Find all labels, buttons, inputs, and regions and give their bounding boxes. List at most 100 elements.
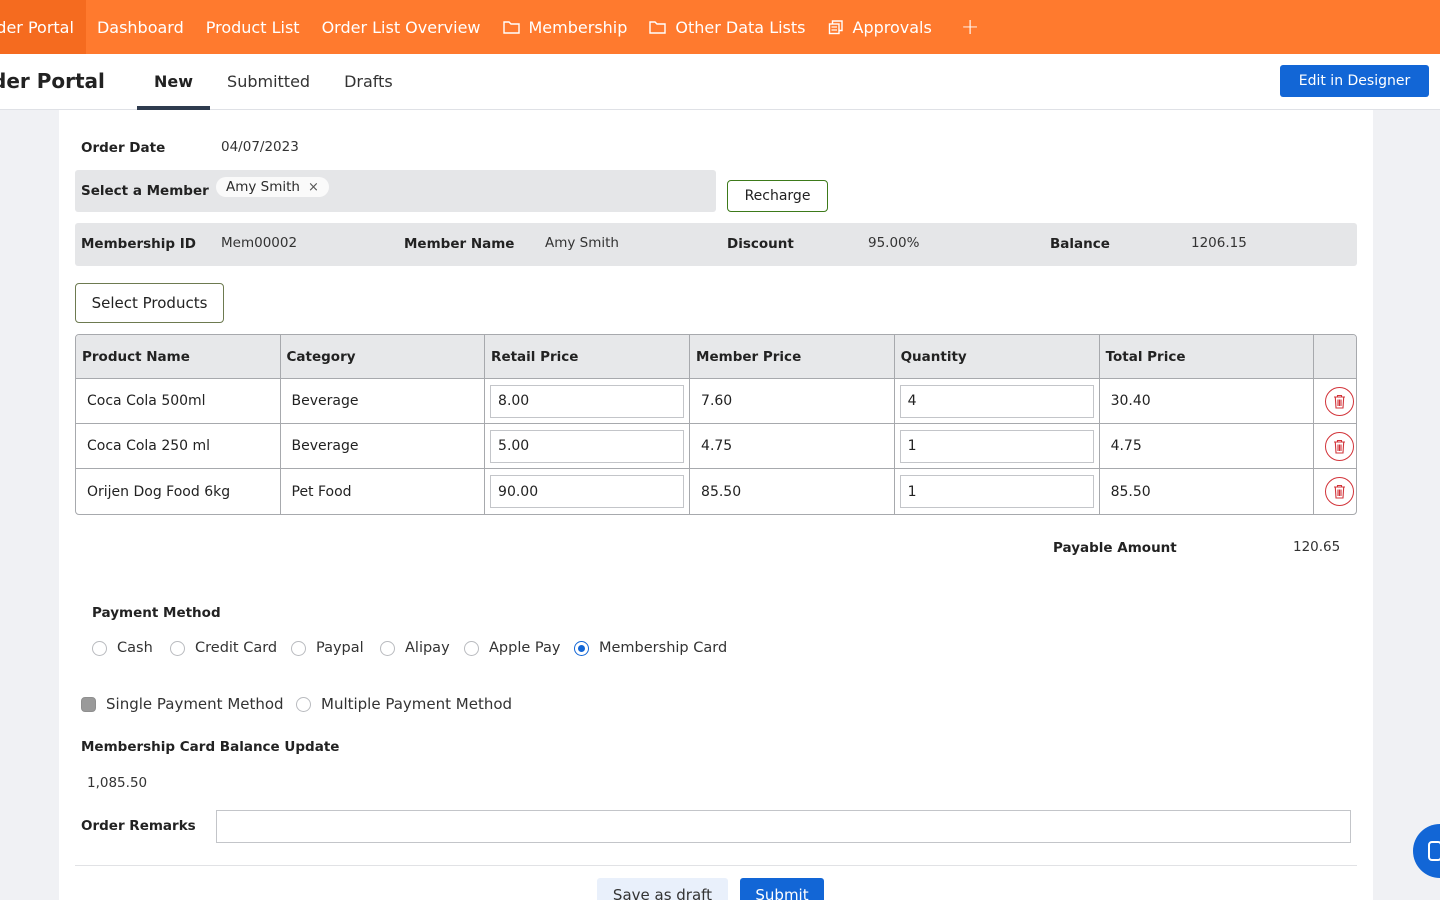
table-row: Coca Cola 500ml Beverage 8.00 7.60 4 30.… xyxy=(76,379,1356,424)
payment-option-cash[interactable]: Cash xyxy=(92,640,153,656)
radio-icon xyxy=(170,640,185,656)
table-row: Coca Cola 250 ml Beverage 5.00 4.75 1 4.… xyxy=(76,424,1356,469)
product-name-cell: Orijen Dog Food 6kg xyxy=(76,469,281,514)
payment-option-paypal[interactable]: Paypal xyxy=(291,640,364,656)
member-chip: Amy Smith × xyxy=(216,177,329,197)
save-as-draft-button[interactable]: Save as draft xyxy=(597,878,728,900)
quantity-input[interactable]: 1 xyxy=(899,429,1094,463)
retail-price-input[interactable]: 90.00 xyxy=(490,475,685,508)
order-remarks-input[interactable] xyxy=(216,810,1351,843)
delete-row-button[interactable] xyxy=(1324,386,1354,416)
trash-icon xyxy=(1333,484,1345,499)
retail-price-input[interactable]: 8.00 xyxy=(490,384,685,418)
radio-selected-icon xyxy=(574,640,589,656)
radio-icon xyxy=(464,640,479,656)
delete-row-button[interactable] xyxy=(1324,477,1354,506)
edit-in-designer-button[interactable]: Edit in Designer xyxy=(1280,65,1429,97)
tab-submitted[interactable]: Submitted xyxy=(210,54,327,110)
folder-icon xyxy=(502,21,520,34)
member-name-value: Amy Smith xyxy=(545,235,619,251)
radio-selected-icon xyxy=(81,696,96,712)
retail-price-input[interactable]: 5.00 xyxy=(490,429,685,463)
nav-item-dashboard[interactable]: Dashboard xyxy=(86,0,195,54)
payment-option-alipay[interactable]: Alipay xyxy=(380,640,450,656)
nav-item-order-portal[interactable]: rder Portal xyxy=(0,0,86,54)
table-header-row: Product Name Category Retail Price Membe… xyxy=(76,335,1356,379)
products-table: Product Name Category Retail Price Membe… xyxy=(75,334,1357,515)
member-price-cell: 85.50 xyxy=(690,469,895,514)
recharge-button[interactable]: Recharge xyxy=(727,180,828,212)
order-date-value: 04/07/2023 xyxy=(221,139,299,155)
chat-widget-button[interactable] xyxy=(1413,824,1440,878)
tab-drafts[interactable]: Drafts xyxy=(327,54,410,110)
column-header-member-price: Member Price xyxy=(690,335,895,379)
order-remarks-label: Order Remarks xyxy=(81,818,196,834)
nav-item-other-data-lists[interactable]: Other Data Lists xyxy=(638,0,816,54)
nav-item-membership[interactable]: Membership xyxy=(492,0,639,54)
tab-new[interactable]: New xyxy=(137,54,211,110)
payable-amount-value: 120.65 xyxy=(1293,539,1341,555)
column-header-product-name: Product Name xyxy=(76,335,281,379)
divider xyxy=(75,865,1357,866)
trash-icon xyxy=(1333,439,1345,454)
payment-method-label: Payment Method xyxy=(92,605,221,621)
balance-update-value: 1,085.50 xyxy=(87,775,148,791)
payment-type-single[interactable]: Single Payment Method xyxy=(81,695,284,713)
remove-member-icon[interactable]: × xyxy=(308,180,319,195)
total-price-cell: 85.50 xyxy=(1100,469,1314,514)
member-info-row: Membership ID Mem00002 Member Name Amy S… xyxy=(75,223,1357,266)
payment-option-membership-card[interactable]: Membership Card xyxy=(574,640,727,656)
category-cell: Pet Food xyxy=(281,469,486,514)
membership-id-label: Membership ID xyxy=(81,236,197,252)
column-header-category: Category xyxy=(280,335,486,379)
submit-button[interactable]: Submit xyxy=(740,878,824,900)
member-price-cell: 7.60 xyxy=(690,379,895,424)
discount-value: 95.00% xyxy=(868,235,920,251)
balance-update-label: Membership Card Balance Update xyxy=(81,739,340,755)
payment-option-apple-pay[interactable]: Apple Pay xyxy=(464,640,560,656)
copy-icon xyxy=(828,20,843,35)
order-date-label: Order Date xyxy=(81,140,166,156)
page-header: der Portal New Submitted Drafts Edit in … xyxy=(0,54,1440,110)
nav-item-approvals[interactable]: Approvals xyxy=(817,0,943,54)
quantity-input[interactable]: 4 xyxy=(899,384,1094,418)
balance-value: 1206.15 xyxy=(1191,235,1247,251)
nav-item-order-list-overview[interactable]: Order List Overview xyxy=(311,0,492,54)
column-header-actions xyxy=(1313,335,1356,379)
table-row: Orijen Dog Food 6kg Pet Food 90.00 85.50… xyxy=(76,469,1356,514)
radio-icon xyxy=(296,696,311,712)
total-price-cell: 4.75 xyxy=(1099,424,1314,469)
radio-icon xyxy=(291,640,306,656)
delete-row-button[interactable] xyxy=(1324,431,1354,461)
column-header-quantity: Quantity xyxy=(894,335,1100,379)
total-price-cell: 30.40 xyxy=(1099,379,1314,424)
member-name-label: Member Name xyxy=(404,236,515,252)
chat-icon xyxy=(1428,841,1440,861)
radio-icon xyxy=(380,640,395,656)
select-member-label: Select a Member xyxy=(81,183,209,199)
trash-icon xyxy=(1333,394,1345,409)
select-products-button[interactable]: Select Products xyxy=(75,283,224,323)
order-form: Order Date 04/07/2023 Select a Member Am… xyxy=(59,110,1373,900)
discount-label: Discount xyxy=(727,236,794,252)
add-nav-item-button[interactable]: + xyxy=(943,0,997,54)
radio-icon xyxy=(92,640,107,656)
folder-icon xyxy=(649,21,667,34)
member-price-cell: 4.75 xyxy=(690,424,895,469)
column-header-total-price: Total Price xyxy=(1099,335,1314,379)
tab-bar: New Submitted Drafts xyxy=(137,54,410,110)
membership-id-value: Mem00002 xyxy=(221,235,298,251)
nav-item-product-list[interactable]: Product List xyxy=(195,0,311,54)
category-cell: Beverage xyxy=(280,379,486,424)
page-title: der Portal xyxy=(0,69,105,93)
category-cell: Beverage xyxy=(280,424,486,469)
payment-type-multiple[interactable]: Multiple Payment Method xyxy=(296,695,512,713)
product-name-cell: Coca Cola 500ml xyxy=(76,379,281,424)
top-nav: rder Portal Dashboard Product List Order… xyxy=(0,0,1440,54)
product-name-cell: Coca Cola 250 ml xyxy=(76,424,281,469)
payment-option-credit-card[interactable]: Credit Card xyxy=(170,640,277,656)
member-chip-label: Amy Smith xyxy=(226,179,300,195)
column-header-retail-price: Retail Price xyxy=(485,335,691,379)
member-select-field[interactable]: Select a Member Amy Smith × xyxy=(75,170,716,212)
quantity-input[interactable]: 1 xyxy=(899,475,1094,508)
